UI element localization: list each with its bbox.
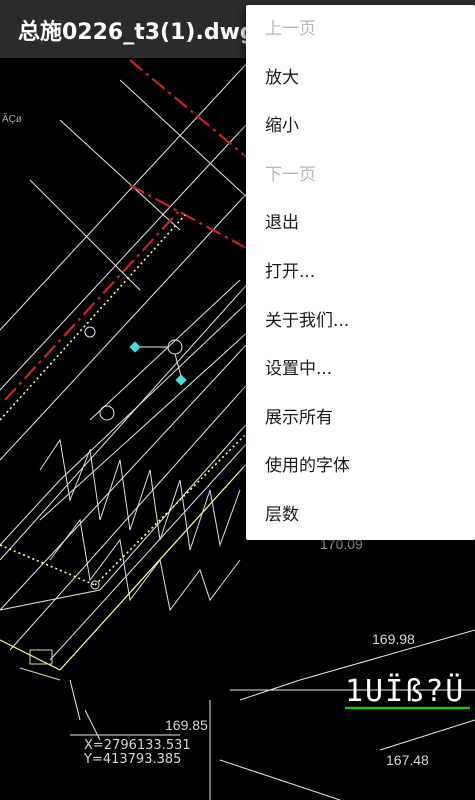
menu-item-previous-page: 上一页 — [265, 19, 316, 39]
options-menu: 上一页 放大 缩小 下一页 退出 打开... 关于我们... 设置中... 展示… — [246, 5, 475, 540]
coordinate-y: Y=413793.385 — [84, 752, 182, 767]
symbol-text: 1UÏß?Ü — [345, 674, 466, 709]
menu-item-fonts-used[interactable]: 使用的字体 — [246, 442, 475, 491]
coordinate-x: X=2796133.531 — [84, 738, 191, 753]
menu-item-layers[interactable]: 层数 — [246, 491, 475, 540]
menu-item-zoom-out[interactable]: 缩小 — [246, 102, 475, 151]
menu-item-open[interactable]: 打开... — [246, 248, 475, 297]
elevation-label: 169.98 — [372, 631, 415, 647]
side-label: ĂÇø — [2, 114, 22, 125]
menu-item-exit[interactable]: 退出 — [246, 199, 475, 248]
elevation-label: 169.85 — [165, 717, 208, 733]
file-title: 总施0226_t3(1).dwg — [18, 20, 256, 45]
elevation-label: 167.48 — [386, 752, 429, 768]
menu-item-show-all[interactable]: 展示所有 — [246, 394, 475, 443]
menu-item-settings[interactable]: 设置中... — [246, 345, 475, 394]
menu-item-about[interactable]: 关于我们... — [246, 297, 475, 346]
menu-item-next-page: 下一页 — [265, 164, 316, 185]
menu-item-zoom-in[interactable]: 放大 — [246, 54, 475, 103]
